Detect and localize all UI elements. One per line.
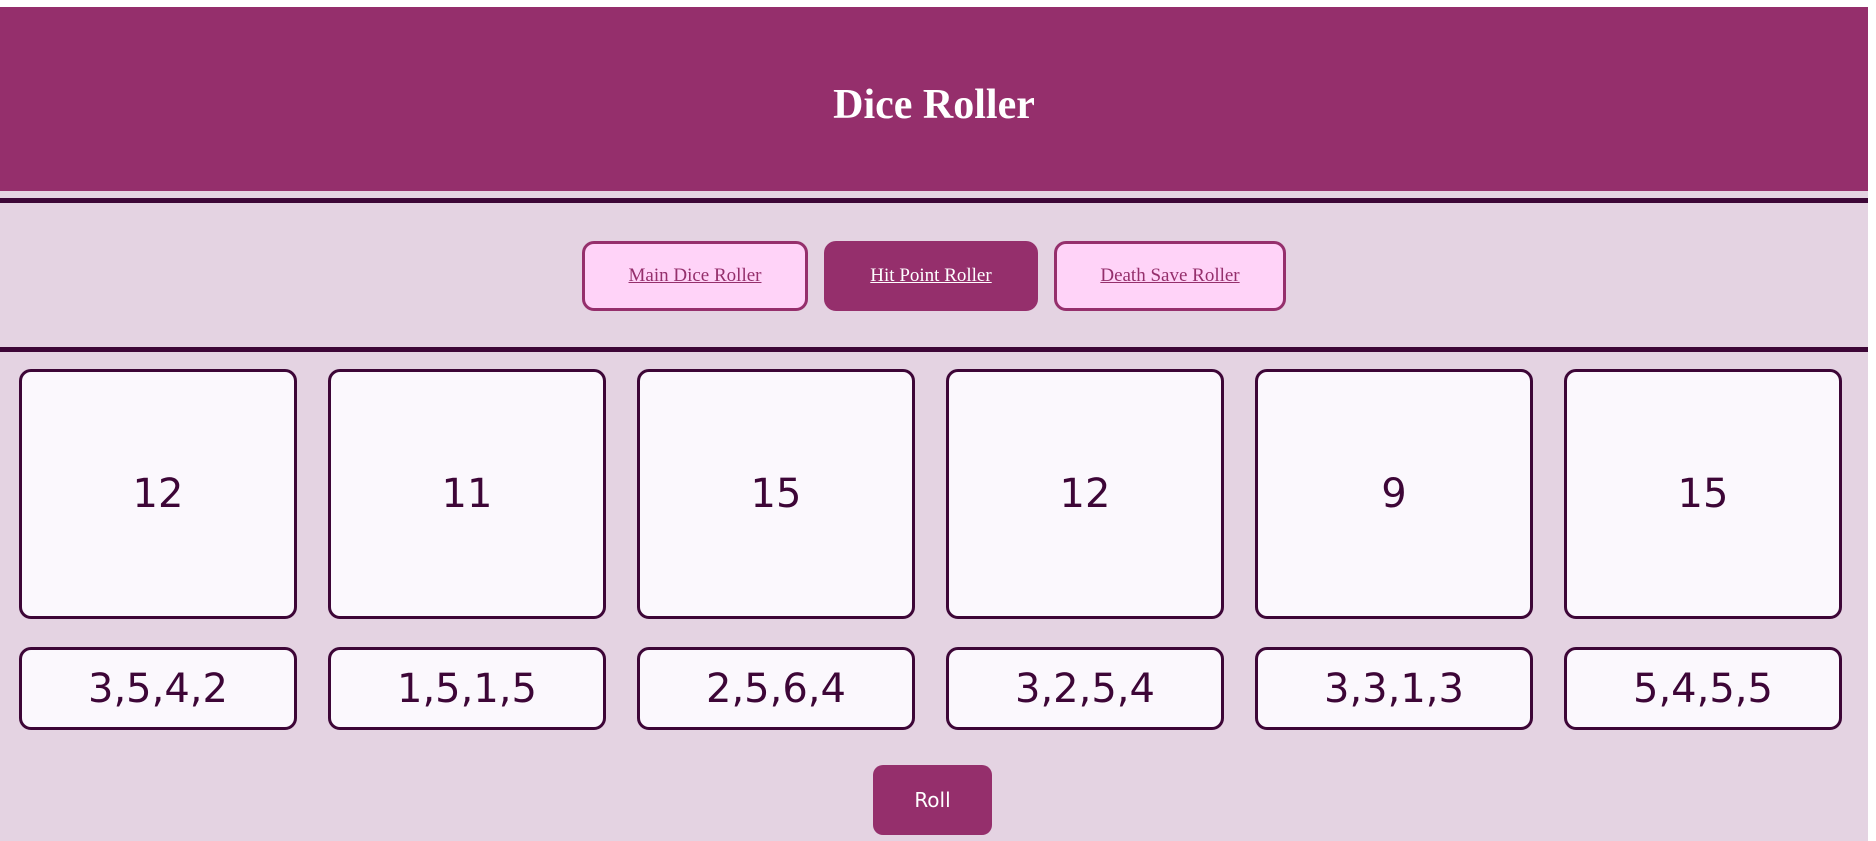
top-strip: [0, 0, 1876, 7]
hp-total-4: 12: [946, 369, 1224, 619]
hp-total-1: 12: [19, 369, 297, 619]
dice-rolls-2: 1,5,1,5: [328, 647, 606, 730]
dice-rolls-3: 2,5,6,4: [637, 647, 915, 730]
nav-hit-point-roller[interactable]: Hit Point Roller: [824, 241, 1038, 311]
nav-death-save-roller[interactable]: Death Save Roller: [1054, 241, 1286, 311]
hp-total-2: 11: [328, 369, 606, 619]
roll-button[interactable]: Roll: [873, 765, 992, 835]
hp-total-3: 15: [637, 369, 915, 619]
right-strip: [1868, 0, 1876, 841]
roller-nav: Main Dice Roller Hit Point Roller Death …: [0, 241, 1868, 311]
nav-main-dice-roller[interactable]: Main Dice Roller: [582, 241, 808, 311]
results-grid: 12 11 15 12 9 15 3,5,4,2 1,5,1,5 2,5,6,4…: [19, 369, 1845, 730]
divider-top: [0, 198, 1868, 203]
page-title: Dice Roller: [833, 82, 1035, 128]
hp-total-6: 15: [1564, 369, 1842, 619]
header-banner: Dice Roller: [0, 7, 1868, 191]
divider-bottom: [0, 347, 1868, 352]
dice-rolls-6: 5,4,5,5: [1564, 647, 1842, 730]
dice-rolls-1: 3,5,4,2: [19, 647, 297, 730]
page: Dice Roller Main Dice Roller Hit Point R…: [0, 0, 1876, 841]
dice-rolls-4: 3,2,5,4: [946, 647, 1224, 730]
dice-rolls-5: 3,3,1,3: [1255, 647, 1533, 730]
hp-total-5: 9: [1255, 369, 1533, 619]
